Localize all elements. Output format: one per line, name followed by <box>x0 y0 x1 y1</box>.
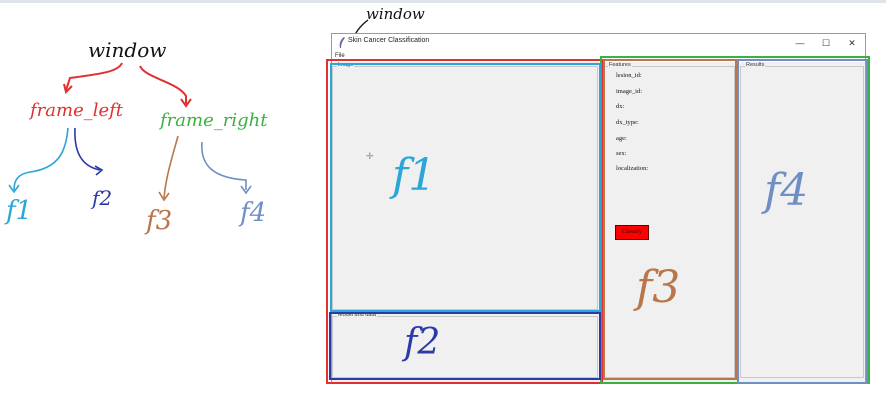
close-button[interactable]: ✕ <box>839 34 865 52</box>
minimize-button[interactable]: — <box>787 34 813 52</box>
f3-annotation: f3 <box>636 262 681 313</box>
f3-outline <box>603 59 737 380</box>
maximize-button[interactable]: ☐ <box>813 34 839 52</box>
f1-annotation: f1 <box>392 150 437 201</box>
title-bar[interactable]: Skin Cancer Classification — ☐ ✕ <box>332 34 865 52</box>
tree-f4-label: f4 <box>240 198 267 228</box>
f2-annotation: f2 <box>404 322 441 363</box>
f4-annotation: f4 <box>764 165 809 216</box>
tree-frame-left-label: frame_left <box>30 100 124 121</box>
screen-top-border <box>0 0 886 3</box>
f1-outline <box>330 63 601 312</box>
f4-outline <box>737 59 868 384</box>
window-annotation: window <box>366 5 425 23</box>
tree-f2-label: f2 <box>92 186 113 210</box>
f2-outline <box>329 312 601 380</box>
tree-f1-label: f1 <box>6 196 33 226</box>
tree-frame-right-label: frame_right <box>160 110 268 131</box>
feather-icon <box>339 37 345 48</box>
window-title: Skin Cancer Classification <box>348 37 430 44</box>
tree-f3-label: f3 <box>146 206 173 236</box>
tree-window-label: window <box>88 38 167 62</box>
